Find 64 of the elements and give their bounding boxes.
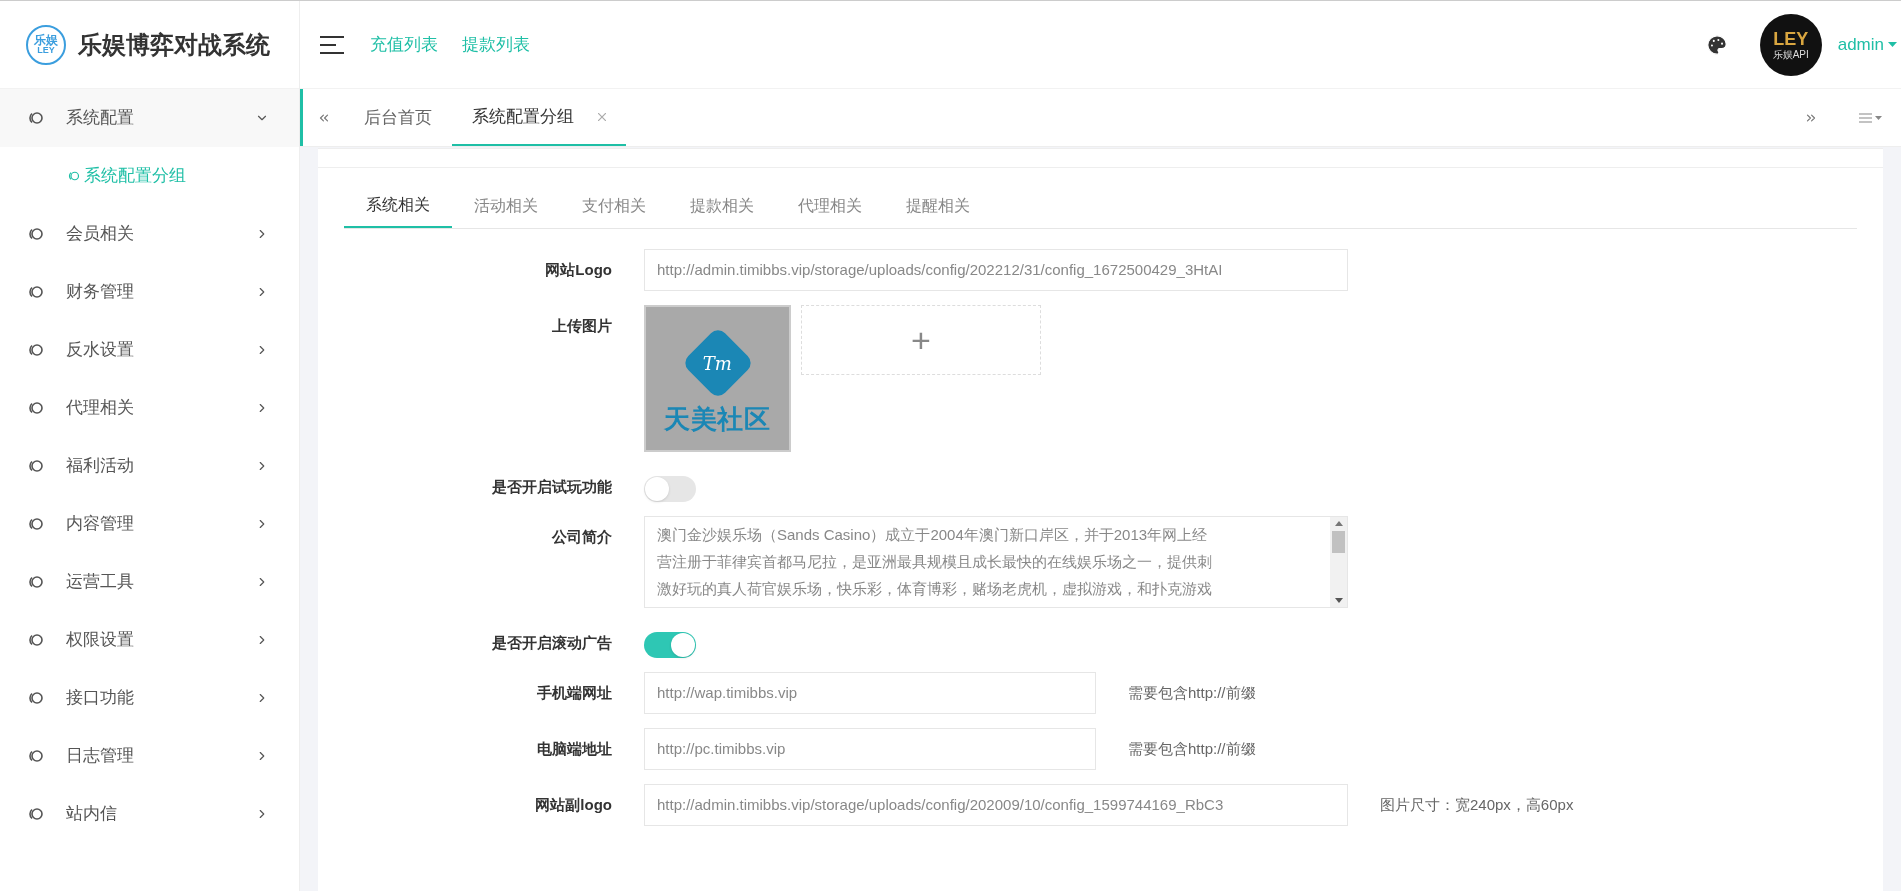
textarea-text-line: 澳门金沙娱乐场（Sands Casino）成立于2004年澳门新口岸区，并于2013年网上经 <box>657 525 1208 545</box>
section-tab[interactable]: 支付相关 <box>560 184 668 228</box>
add-image-button[interactable]: + <box>801 305 1041 375</box>
menu-icon[interactable] <box>320 35 344 54</box>
field-label: 电脑端地址 <box>537 740 612 757</box>
swirl-icon <box>28 806 44 822</box>
text-field[interactable]: http://pc.timibbs.vip <box>644 728 1096 770</box>
section-tab[interactable]: 提醒相关 <box>884 184 992 228</box>
swirl-icon <box>28 110 44 126</box>
field-label: 是否开启滚动广告 <box>492 634 612 651</box>
palette-icon[interactable] <box>1705 33 1728 56</box>
field-label: 网站副logo <box>535 796 612 813</box>
page-tab[interactable]: 系统配置分组 <box>452 89 626 146</box>
field-label: 公司简介 <box>552 528 612 545</box>
section-tab[interactable]: 活动相关 <box>452 184 560 228</box>
swirl-icon <box>28 690 44 706</box>
sidebar-item[interactable]: 财务管理 <box>0 263 299 321</box>
field-hint: 需要包含http://前缀 <box>1128 738 1256 759</box>
swirl-icon <box>28 748 44 764</box>
page-tab[interactable]: 后台首页 <box>344 89 452 146</box>
brand-logo: 乐娱 LEY <box>26 24 66 65</box>
text-field[interactable]: http://admin.timibbs.vip/storage/uploads/config/202212/31/config_1672500429_3HtAI <box>644 249 1348 291</box>
swirl-icon <box>68 170 80 182</box>
sidebar-item[interactable]: 日志管理 <box>0 727 299 785</box>
caret-icon <box>1888 42 1897 47</box>
field-label: 手机端网址 <box>537 684 612 701</box>
tab-menu-icon[interactable] <box>1859 112 1883 123</box>
sidebar-item[interactable]: 权限设置 <box>0 611 299 669</box>
sidebar-item[interactable]: 反水设置 <box>0 321 299 379</box>
textarea-text-line: 营注册于菲律宾首都马尼拉，是亚洲最具规模且成长最快的在线娱乐场之一，提供刺 <box>657 552 1212 572</box>
uploaded-logo-image: Tm 天美社区 <box>644 305 791 452</box>
sidebar-item[interactable]: 站内信 <box>0 785 299 843</box>
section-tab[interactable]: 提款相关 <box>668 184 776 228</box>
swirl-icon <box>28 226 44 242</box>
sidebar-item[interactable]: 接口功能 <box>0 669 299 727</box>
toggle-switch[interactable] <box>644 632 696 658</box>
text-field[interactable]: http://admin.timibbs.vip/storage/uploads/config/202009/10/config_1599744169_RbC3 <box>644 784 1348 826</box>
swirl-icon <box>28 516 44 532</box>
swirl-icon <box>28 458 44 474</box>
field-label: 是否开启试玩功能 <box>492 478 612 495</box>
sidebar-item[interactable]: 内容管理 <box>0 495 299 553</box>
sidebar-item[interactable]: 代理相关 <box>0 379 299 437</box>
swirl-icon <box>28 632 44 648</box>
sidebar-item[interactable]: 系统配置 <box>0 89 299 147</box>
close-icon[interactable] <box>598 112 606 121</box>
section-tab[interactable]: 代理相关 <box>776 184 884 228</box>
textarea-text-line: 激好玩的真人荷官娱乐场，快乐彩，体育博彩，赌场老虎机，虚拟游戏，和扑克游戏 <box>657 579 1212 599</box>
field-label: 上传图片 <box>552 317 612 334</box>
sidebar-item[interactable]: 会员相关 <box>0 205 299 263</box>
textarea-field[interactable]: 澳门金沙娱乐场（Sands Casino）成立于2004年澳门新口岸区，并于2013年网上经 营注册于菲律宾首都马尼拉，是亚洲最具规模且成长最快的在线娱乐场之一，提供刺 激好玩的真人荷官娱乐场，快乐彩，体育博彩，赌场老虎机，虚拟游戏，和扑克游戏 <box>644 516 1348 608</box>
brand-title: 乐娱博弈对战系统 <box>78 29 270 60</box>
field-hint: 需要包含http://前缀 <box>1128 682 1256 703</box>
user-avatar[interactable]: LEY 乐娱API <box>1759 13 1822 76</box>
swirl-icon <box>28 284 44 300</box>
sidebar-item[interactable]: 运营工具 <box>0 553 299 611</box>
swirl-icon <box>28 400 44 416</box>
sidebar-item[interactable]: 福利活动 <box>0 437 299 495</box>
swirl-icon <box>28 574 44 590</box>
text-field[interactable]: http://wap.timibbs.vip <box>644 672 1096 714</box>
field-label: 网站Logo <box>545 261 612 278</box>
toggle-switch[interactable] <box>644 476 696 502</box>
field-hint: 图片尺寸：宽240px，高60px <box>1380 794 1574 815</box>
swirl-icon <box>28 342 44 358</box>
section-tab[interactable]: 系统相关 <box>344 184 452 228</box>
